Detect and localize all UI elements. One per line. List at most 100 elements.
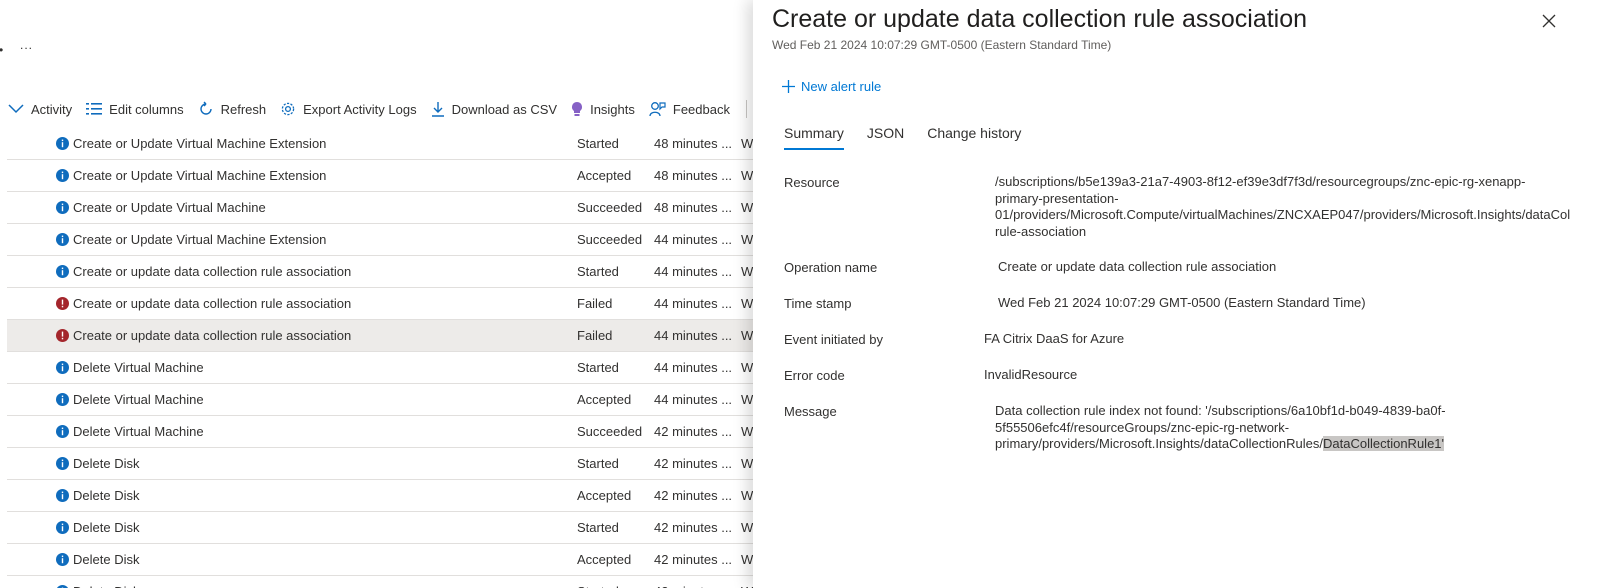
time-text: 48 minutes ... <box>654 168 733 183</box>
chevron-down-icon <box>8 104 24 114</box>
download-icon <box>431 102 444 117</box>
time-text: 42 minutes ... <box>654 424 733 439</box>
time-text: 48 minutes ... <box>654 200 733 215</box>
command-bar: Activity Edit columns Refresh Export Act… <box>0 96 747 122</box>
tab-summary[interactable]: Summary <box>784 125 844 150</box>
status-text: Accepted <box>577 392 632 407</box>
gear-icon <box>281 102 295 116</box>
operation-name: Delete Virtual Machine <box>73 424 204 439</box>
truncated-column: W <box>741 424 754 439</box>
operation-name: Create or Update Virtual Machine Extensi… <box>73 232 327 247</box>
lightbulb-icon <box>572 102 583 116</box>
time-text: 42 minutes ... <box>654 488 733 503</box>
table-row[interactable]: Create or Update Virtual Machine Extensi… <box>7 224 775 256</box>
refresh-icon <box>199 101 212 115</box>
message-path: primary/providers/Microsoft.Insights/dat… <box>995 436 1324 451</box>
error-icon <box>56 329 69 342</box>
truncated-column: W <box>741 168 754 183</box>
activity-button[interactable]: Activity <box>8 96 72 122</box>
table-row[interactable]: Delete Disk Started 42 minutes ... W <box>7 448 775 480</box>
close-icon[interactable] <box>1540 12 1558 30</box>
operation-name: Create or Update Virtual Machine <box>73 200 266 215</box>
status-text: Started <box>577 584 619 588</box>
list-columns-icon <box>86 103 103 115</box>
status-text: Accepted <box>577 488 632 503</box>
status-text: Succeeded <box>577 424 643 439</box>
time-text: 44 minutes ... <box>654 392 733 407</box>
resource-line: /subscriptions/b5e139a3-21a7-4903-8f12-e… <box>995 174 1526 189</box>
table-row[interactable]: Create or update data collection rule as… <box>7 288 775 320</box>
status-text: Started <box>577 520 619 535</box>
table-row[interactable]: Create or Update Virtual Machine Extensi… <box>7 128 775 160</box>
more-options-button[interactable]: ... <box>20 38 33 52</box>
table-row[interactable]: Delete Virtual Machine Started 44 minutes … <box>7 352 775 384</box>
edit-columns-button[interactable]: Edit columns <box>86 96 184 122</box>
truncated-column: W <box>741 232 754 247</box>
feedback-button[interactable]: Feedback <box>649 96 730 122</box>
info-icon <box>56 393 69 406</box>
truncated-column: W <box>741 360 754 375</box>
panel-tabs: Summary JSON Change history <box>784 125 1044 150</box>
operation-name-value: Create or update data collection rule as… <box>998 259 1277 274</box>
activity-label: Activity <box>31 101 73 117</box>
refresh-button[interactable]: Refresh <box>198 96 266 122</box>
status-text: Succeeded <box>577 232 643 247</box>
export-label: Export Activity Logs <box>303 101 417 117</box>
status-text: Failed <box>577 296 613 311</box>
operation-name: Create or update data collection rule as… <box>73 296 352 311</box>
edit-columns-label: Edit columns <box>109 101 184 117</box>
truncated-column: W <box>741 488 754 503</box>
new-alert-rule-label: New alert rule <box>801 79 882 94</box>
operation-name: Delete Virtual Machine <box>73 392 204 407</box>
plus-icon <box>782 80 795 93</box>
download-label: Download as CSV <box>451 101 558 117</box>
table-row[interactable]: Delete Virtual Machine Accepted 44 minutes… <box>7 384 775 416</box>
table-row[interactable]: Delete Disk Started 42 minutes ... W <box>7 512 775 544</box>
time-text: 44 minutes ... <box>654 296 733 311</box>
resource-line: rule-association <box>995 223 1087 239</box>
operation-name: Delete Disk <box>73 520 140 535</box>
status-text: Failed <box>577 328 613 343</box>
error-code-label: Error code <box>784 368 845 383</box>
time-text: 44 minutes ... <box>654 232 733 247</box>
table-row[interactable]: Create or update data collection rule as… <box>7 256 775 288</box>
export-activity-logs-button[interactable]: Export Activity Logs <box>280 96 417 122</box>
time-text: 44 minutes ... <box>654 328 733 343</box>
message-highlight: DataCollectionRule1' <box>1323 436 1445 451</box>
tab-json[interactable]: JSON <box>867 125 904 150</box>
time-text: 42 minutes ... <box>654 552 733 567</box>
insights-button[interactable]: Insights <box>571 96 635 122</box>
status-text: Started <box>577 264 619 279</box>
operation-name: Delete Disk <box>73 584 139 588</box>
table-row[interactable]: Delete Disk Accepted 42 minutes ... W <box>7 480 775 512</box>
message-label: Message <box>784 404 837 419</box>
table-row[interactable]: Delete Virtual Machine Succeeded 42 minute… <box>7 416 775 448</box>
info-icon <box>56 553 69 566</box>
time-text: 48 minutes ... <box>654 136 733 151</box>
time-text: 42 minutes ... <box>654 584 732 588</box>
status-text: Accepted <box>577 552 632 567</box>
tab-change-history[interactable]: Change history <box>927 125 1021 150</box>
table-row[interactable]: Create or Update Virtual Machine Succeede… <box>7 192 775 224</box>
operation-name: Create or Update Virtual Machine Extensi… <box>73 168 327 183</box>
download-csv-button[interactable]: Download as CSV <box>431 96 558 122</box>
info-icon <box>56 425 69 438</box>
info-icon <box>56 233 69 246</box>
time-text: 42 minutes ... <box>654 456 733 471</box>
status-text: Started <box>577 456 619 471</box>
status-text: Started <box>577 360 619 375</box>
table-row[interactable]: Delete Disk Accepted 42 minutes ... W <box>7 544 775 576</box>
feedback-icon <box>649 102 666 117</box>
table-row[interactable]: Delete Disk Started 42 minutes ... W <box>7 576 775 588</box>
table-row[interactable]: Create or update data collection rule as… <box>7 320 775 352</box>
panel-title: Create or update data collection rule as… <box>772 5 1308 33</box>
truncated-column: W <box>741 328 754 343</box>
operation-name: Delete Virtual Machine <box>73 360 204 375</box>
error-icon <box>56 297 69 310</box>
operation-name: Create or update data collection rule as… <box>73 264 352 279</box>
truncated-column: W <box>741 520 754 535</box>
operation-name: Create or update data collection rule as… <box>73 328 352 343</box>
status-text: Accepted <box>577 168 632 183</box>
new-alert-rule-button[interactable]: New alert rule <box>781 79 881 94</box>
table-row[interactable]: Create or Update Virtual Machine Extensi… <box>7 160 775 192</box>
